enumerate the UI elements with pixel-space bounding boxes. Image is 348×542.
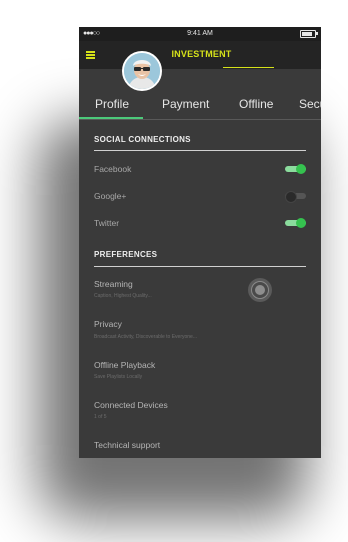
battery-icon bbox=[300, 30, 318, 38]
section-title-preferences: PREFERENCES bbox=[94, 250, 158, 259]
social-label-facebook: Facebook bbox=[94, 164, 132, 174]
hamburger-menu-icon[interactable] bbox=[86, 51, 95, 59]
preference-connected-devices[interactable]: Connected Devices bbox=[94, 400, 168, 410]
section-divider bbox=[94, 150, 306, 151]
preference-offline-playback[interactable]: Offline Playback bbox=[94, 360, 155, 370]
avatar[interactable] bbox=[122, 51, 162, 91]
screenshot-stage: ●●●○○ 9:41 AM INVESTMENT Profile Payment… bbox=[0, 0, 348, 542]
touch-ripple-icon bbox=[248, 278, 272, 302]
twitter-toggle[interactable] bbox=[285, 218, 306, 228]
phone-screen: ●●●○○ 9:41 AM INVESTMENT Profile Payment… bbox=[79, 27, 321, 458]
status-bar: ●●●○○ 9:41 AM bbox=[79, 27, 321, 41]
preference-privacy[interactable]: Privacy bbox=[94, 319, 122, 329]
tab-offline[interactable]: Offline bbox=[239, 97, 273, 111]
tab-bar: Profile Payment Offline Security bbox=[79, 91, 321, 120]
tab-payment[interactable]: Payment bbox=[162, 97, 209, 111]
preference-privacy-subtitle: Broadcast Activity, Discoverable to Ever… bbox=[94, 334, 198, 340]
google-toggle[interactable] bbox=[285, 191, 306, 203]
section-divider bbox=[94, 266, 306, 267]
title-underline bbox=[223, 67, 274, 68]
social-label-twitter: Twitter bbox=[94, 218, 120, 228]
tab-security[interactable]: Security bbox=[299, 97, 321, 111]
tab-profile[interactable]: Profile bbox=[95, 97, 129, 111]
social-label-google: Google+ bbox=[94, 191, 127, 201]
app-header: INVESTMENT bbox=[79, 41, 321, 69]
preference-streaming[interactable]: Streaming bbox=[94, 279, 133, 289]
preference-streaming-subtitle: Caption, Highest Quality... bbox=[94, 293, 152, 299]
status-time: 9:41 AM bbox=[187, 30, 213, 37]
preference-offline-playback-subtitle: Save Playlists Locally bbox=[94, 374, 143, 380]
preference-connected-devices-subtitle: 1 of 5 bbox=[94, 414, 107, 420]
section-title-social: SOCIAL CONNECTIONS bbox=[94, 135, 191, 144]
preference-technical-support[interactable]: Technical support bbox=[94, 440, 160, 450]
facebook-toggle[interactable] bbox=[285, 164, 306, 174]
user-avatar-icon bbox=[124, 53, 160, 89]
active-tab-indicator bbox=[79, 117, 143, 119]
page-title: INVESTMENT bbox=[171, 49, 232, 59]
